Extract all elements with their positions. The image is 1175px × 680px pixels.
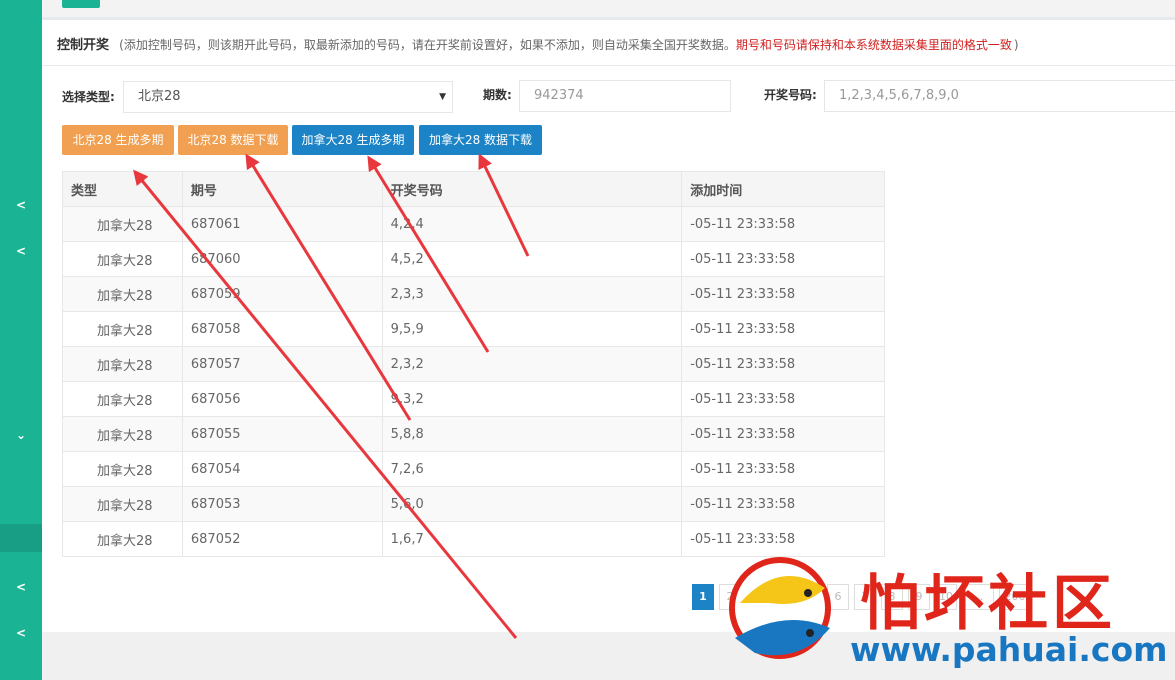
- cell-time: -05-11 23:33:58: [681, 206, 885, 242]
- cell-numbers: 2,3,3: [381, 276, 683, 312]
- chevron-down-icon[interactable]: ⌄: [0, 428, 42, 442]
- cell-numbers: 2,3,2: [381, 346, 683, 382]
- chevron-left-icon[interactable]: <: [0, 198, 42, 212]
- column-header-period[interactable]: 期号: [181, 171, 383, 207]
- column-header-type[interactable]: 类型: [62, 171, 183, 207]
- ca28-generate-button[interactable]: 加拿大28 生成多期: [292, 125, 414, 155]
- cell-period: 687056: [181, 381, 383, 417]
- cell-numbers: 7,2,6: [381, 451, 683, 487]
- top-bar: [42, 0, 1175, 18]
- table-row[interactable]: 加拿大28 687056 9,3,2 -05-11 23:33:58: [62, 381, 885, 417]
- period-input[interactable]: 942374: [519, 80, 731, 112]
- column-header-time[interactable]: 添加时间: [681, 171, 885, 207]
- cell-type: 加拿大28: [62, 521, 183, 557]
- cell-period: 687058: [181, 311, 383, 347]
- header-warning: 期号和号码请保持和本系统数据采集里面的格式一致: [735, 38, 1012, 52]
- bj28-download-button[interactable]: 北京28 数据下载: [178, 125, 288, 155]
- cell-period: 687052: [181, 521, 383, 557]
- cell-numbers: 9,5,9: [381, 311, 683, 347]
- table-row[interactable]: 加拿大28 687059 2,3,3 -05-11 23:33:58: [62, 276, 885, 312]
- chevron-left-icon[interactable]: <: [0, 580, 42, 594]
- page-title: 控制开奖: [57, 38, 110, 53]
- cell-type: 加拿大28: [62, 276, 183, 312]
- draw-table: 类型 期号 开奖号码 添加时间 加拿大28 687061 4,2,4 -05-11 2…: [62, 171, 885, 557]
- cell-type: 加拿大28: [62, 416, 183, 452]
- cell-period: 687057: [181, 346, 383, 382]
- type-select-value: 北京28: [138, 89, 181, 104]
- cell-type: 加拿大28: [62, 311, 183, 347]
- ca28-download-button[interactable]: 加拿大28 数据下载: [419, 125, 542, 155]
- cell-type: 加拿大28: [62, 381, 183, 417]
- numbers-label: 开奖号码:: [764, 88, 817, 102]
- cell-period: 687055: [181, 416, 383, 452]
- table-row[interactable]: 加拿大28 687053 5,6,0 -05-11 23:33:58: [62, 486, 885, 522]
- cell-time: -05-11 23:33:58: [681, 276, 885, 312]
- cell-numbers: 1,6,7: [381, 521, 683, 557]
- table-header-row: 类型 期号 开奖号码 添加时间: [62, 171, 885, 207]
- watermark-text: 怕坏社区: [860, 569, 1116, 639]
- header-divider: [42, 65, 1175, 66]
- cell-period: 687060: [181, 241, 383, 277]
- cell-type: 加拿大28: [62, 241, 183, 277]
- table-row[interactable]: 加拿大28 687058 9,5,9 -05-11 23:33:58: [62, 311, 885, 347]
- panel-header: 控制开奖 (添加控制号码，则该期开此号码，取最新添加的号码，请在开奖前设置好，如…: [57, 34, 1019, 53]
- numbers-input[interactable]: 1,2,3,4,5,6,7,8,9,0: [824, 80, 1175, 112]
- cell-time: -05-11 23:33:58: [681, 416, 885, 452]
- type-select[interactable]: 北京28 ▼: [123, 81, 453, 113]
- period-label: 期数:: [483, 88, 512, 102]
- main-panel: 控制开奖 (添加控制号码，则该期开此号码，取最新添加的号码，请在开奖前设置好，如…: [42, 20, 1175, 632]
- watermark-fish-logo: [729, 557, 831, 659]
- cell-type: 加拿大28: [62, 486, 183, 522]
- cell-period: 687059: [181, 276, 383, 312]
- table-row[interactable]: 加拿大28 687060 4,5,2 -05-11 23:33:58: [62, 241, 885, 277]
- chevron-left-icon[interactable]: <: [0, 626, 42, 640]
- table-row[interactable]: 加拿大28 687061 4,2,4 -05-11 23:33:58: [62, 206, 885, 242]
- watermark-url: www.pahuai.com: [850, 630, 1168, 669]
- table-row[interactable]: 加拿大28 687054 7,2,6 -05-11 23:33:58: [62, 451, 885, 487]
- chevron-left-icon[interactable]: <: [0, 244, 42, 258]
- cell-time: -05-11 23:33:58: [681, 451, 885, 487]
- cell-numbers: 4,2,4: [381, 206, 683, 242]
- table-row[interactable]: 加拿大28 687057 2,3,2 -05-11 23:33:58: [62, 346, 885, 382]
- cell-period: 687053: [181, 486, 383, 522]
- cell-time: -05-11 23:33:58: [681, 486, 885, 522]
- cell-period: 687061: [181, 206, 383, 242]
- cell-time: -05-11 23:33:58: [681, 311, 885, 347]
- cell-time: -05-11 23:33:58: [681, 381, 885, 417]
- top-tab-button[interactable]: [62, 0, 100, 8]
- cell-numbers: 5,8,8: [381, 416, 683, 452]
- cell-time: -05-11 23:33:58: [681, 346, 885, 382]
- cell-time: -05-11 23:33:58: [681, 241, 885, 277]
- caret-down-icon: ▼: [439, 92, 446, 102]
- bj28-generate-button[interactable]: 北京28 生成多期: [62, 125, 174, 155]
- sidebar-active-item[interactable]: [0, 524, 42, 552]
- table-row[interactable]: 加拿大28 687055 5,8,8 -05-11 23:33:58: [62, 416, 885, 452]
- cell-period: 687054: [181, 451, 383, 487]
- type-label: 选择类型:: [62, 90, 115, 104]
- sidebar: < < ⌄ < <: [0, 0, 42, 680]
- cell-numbers: 4,5,2: [381, 241, 683, 277]
- column-header-numbers[interactable]: 开奖号码: [381, 171, 683, 207]
- header-note-end: ): [1013, 38, 1019, 52]
- cell-type: 加拿大28: [62, 346, 183, 382]
- cell-numbers: 9,3,2: [381, 381, 683, 417]
- cell-type: 加拿大28: [62, 451, 183, 487]
- header-note: (添加控制号码，则该期开此号码，取最新添加的号码，请在开奖前设置好，如果不添加，…: [119, 38, 736, 52]
- cell-numbers: 5,6,0: [381, 486, 683, 522]
- cell-type: 加拿大28: [62, 206, 183, 242]
